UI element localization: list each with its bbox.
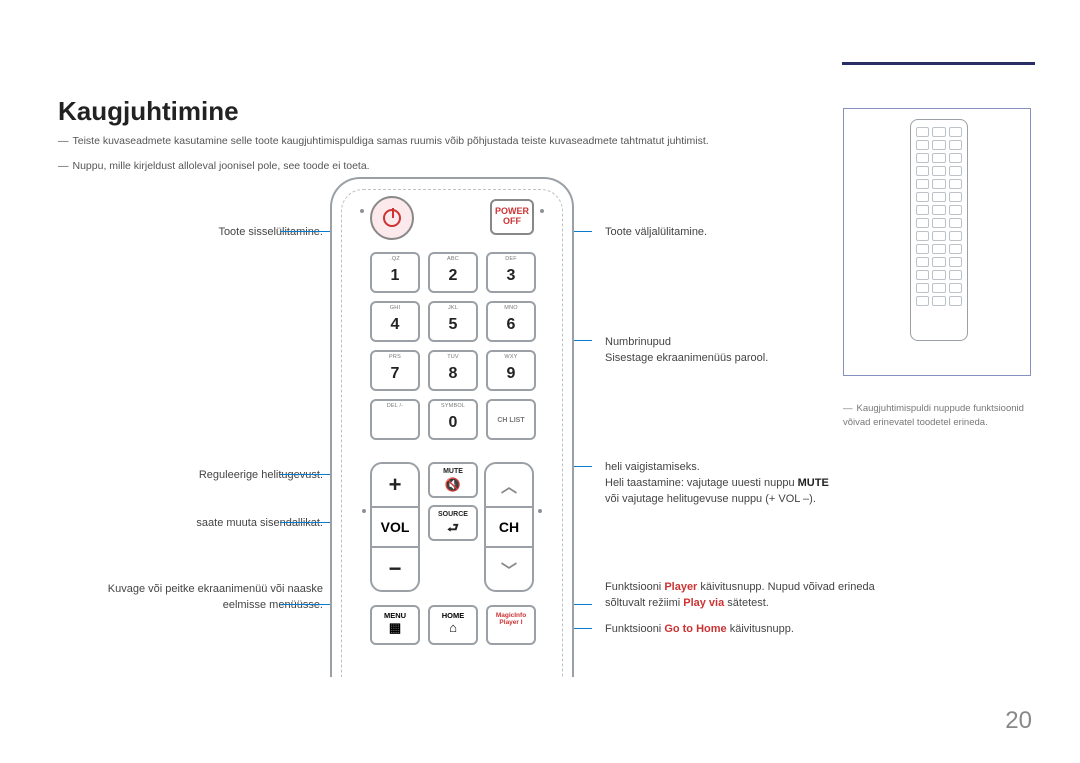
key-2: ABC2 [428, 252, 478, 293]
page-title: Kaugjuhtimine [58, 96, 239, 127]
header-rule [842, 62, 1035, 65]
reference-note: ―Kaugjuhtimispuldi nuppude funktsioonid … [843, 402, 1035, 431]
vol-down: − [372, 546, 418, 590]
key-0: SYMBOL0 [428, 399, 478, 440]
vol-up: + [372, 464, 418, 508]
key-6: MNO6 [486, 301, 536, 342]
reference-remote-keys [916, 127, 962, 306]
ch-label: CH [486, 508, 532, 546]
menu-icon: ▦ [372, 621, 418, 635]
channel-rocker: ︿ CH ﹀ [484, 462, 534, 592]
key-chlist: CH LIST [486, 399, 536, 440]
power-icon [383, 209, 401, 227]
volume-rocker: + VOL − [370, 462, 420, 592]
vol-label: VOL [372, 508, 418, 546]
remote-diagram: POWEROFF .QZ1 ABC2 DEF3 GHI4 JKL5 MNO6 P… [330, 177, 574, 677]
ir-dot [362, 509, 366, 513]
label-source: saate muuta sisendallikat. [63, 516, 323, 532]
label-mute: heli vaigistamiseks. Heli taastamine: va… [605, 460, 875, 508]
magicinfo-button: MagicInfoPlayer I [486, 605, 536, 645]
key-1: .QZ1 [370, 252, 420, 293]
ir-dot [538, 509, 542, 513]
center-buttons: MUTE🔇 SOURCE⮐ [428, 462, 478, 541]
key-del: DEL /- [370, 399, 420, 440]
key-9: WXY9 [486, 350, 536, 391]
reference-remote [910, 119, 968, 341]
menu-button: MENU▦ [370, 605, 420, 645]
power-on-button [370, 196, 414, 240]
key-7: PRS7 [370, 350, 420, 391]
key-8: TUV8 [428, 350, 478, 391]
label-power-on: Toote sisselülitamine. [63, 225, 323, 241]
home-button: HOME⌂ [428, 605, 478, 645]
label-menu: Kuvage või peitke ekraanimenüü või naask… [63, 582, 323, 614]
ir-dot [360, 209, 364, 213]
page-number: 20 [1005, 707, 1032, 735]
home-icon: ⌂ [430, 621, 476, 635]
note-2: ―Nuppu, mille kirjeldust alloleval jooni… [58, 160, 370, 172]
label-power-off: Toote väljalülitamine. [605, 225, 875, 241]
key-4: GHI4 [370, 301, 420, 342]
source-icon: ⮐ [430, 521, 476, 535]
mute-icon: 🔇 [430, 478, 476, 492]
reference-remote-panel [843, 108, 1031, 376]
label-player: Funktsiooni Player käivitusnupp. Nupud v… [605, 580, 875, 612]
bottom-row: MENU▦ HOME⌂ MagicInfoPlayer I [370, 605, 536, 645]
key-3: DEF3 [486, 252, 536, 293]
ch-down: ﹀ [486, 546, 532, 590]
ir-dot [540, 209, 544, 213]
label-numbers: Numbrinupud Sisestage ekraanimenüüs paro… [605, 335, 875, 367]
source-button: SOURCE⮐ [428, 505, 478, 541]
power-off-button: POWEROFF [490, 199, 534, 235]
label-volume: Reguleerige helitugevust. [63, 468, 323, 484]
label-home: Funktsiooni Go to Home käivitusnupp. [605, 622, 875, 638]
note-1: ―Teiste kuvaseadmete kasutamine selle to… [58, 135, 709, 147]
mute-button: MUTE🔇 [428, 462, 478, 498]
ch-up: ︿ [486, 464, 532, 508]
key-5: JKL5 [428, 301, 478, 342]
number-pad: .QZ1 ABC2 DEF3 GHI4 JKL5 MNO6 PRS7 TUV8 … [370, 252, 536, 440]
